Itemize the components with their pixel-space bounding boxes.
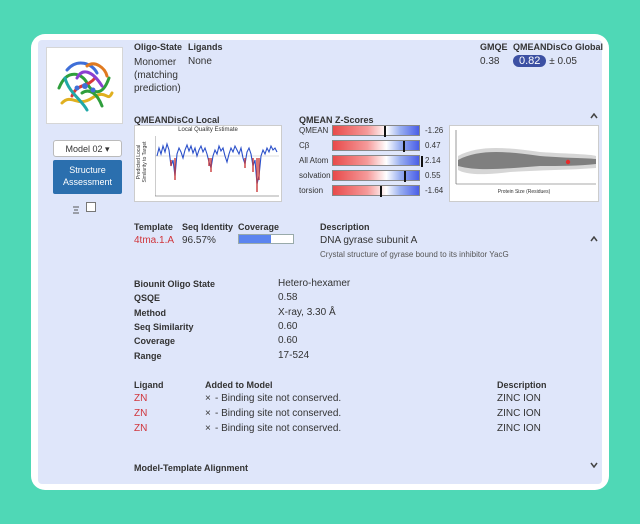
assessment-label-1: Structure [69, 165, 106, 175]
coverage-bar [238, 234, 294, 244]
zscore-label: All Atom [299, 156, 329, 165]
description-sub: Crystal structure of gyrase bound to its… [320, 250, 509, 259]
local-plot-series [155, 136, 279, 197]
zscore-label: Cβ [299, 141, 310, 150]
zscore-value: -1.26 [425, 126, 444, 135]
model-select-label: Model 02 [65, 144, 103, 154]
oligo-state-value-3: prediction) [134, 83, 181, 94]
not-added-x-icon: × [205, 408, 211, 419]
zscores-heading: QMEAN Z-Scores [299, 115, 374, 125]
zscore-label: QMEAN [299, 126, 329, 135]
detail-label: Biounit Oligo State [134, 279, 215, 289]
added-col-header: Added to Model [205, 380, 273, 390]
ligands-value: None [188, 56, 212, 67]
description-label: Description [320, 222, 370, 232]
local-plot-title: Local Quality Estimate [178, 127, 238, 133]
ligand-description-col-header: Description [497, 380, 547, 390]
zscore-marker [403, 141, 405, 152]
assessment-label-2: Assessment [62, 177, 113, 187]
zscore-bar [332, 185, 420, 197]
coverage-bar-fill [239, 235, 271, 243]
gmqe-label: GMQE [480, 42, 508, 52]
template-link[interactable]: 4tma.1.A [134, 235, 174, 246]
zscore-marker [384, 126, 386, 137]
added-status: - Binding site not conserved. [215, 408, 342, 419]
detail-value: 17-524 [278, 349, 310, 361]
zscore-value: 0.55 [425, 171, 441, 180]
zscore-bar [332, 170, 420, 182]
collapse-template-chevron-icon[interactable] [590, 236, 598, 244]
scatter-cloud [455, 130, 596, 185]
detail-value: 0.60 [278, 335, 298, 347]
added-status: - Binding site not conserved. [215, 393, 342, 404]
detail-value: Hetero-hexamer [278, 278, 351, 289]
local-plot-ylabel-2: Similarity to Target [142, 141, 148, 183]
zscore-label: torsion [299, 186, 324, 195]
qmeandisco-global: 0.82 ± 0.05 [513, 55, 577, 67]
qmeandisco-global-badge: 0.82 [513, 55, 547, 67]
oligo-state-label: Oligo-State [134, 42, 183, 52]
zscore-value: 0.47 [425, 141, 441, 150]
structure-thumbnail[interactable] [46, 47, 123, 124]
ligand-link[interactable]: ZN [134, 393, 147, 404]
ligand-link[interactable]: ZN [134, 408, 147, 419]
scatter-xlabel: Protein Size (Residues) [497, 189, 551, 195]
detail-value: 0.58 [278, 292, 298, 304]
description-value: DNA gyrase subunit A [320, 235, 418, 246]
oligo-state-value-2: (matching [134, 70, 178, 81]
expand-alignment-chevron-icon[interactable] [590, 462, 598, 470]
collapse-chevron-icon[interactable] [590, 113, 598, 121]
alignment-heading[interactable]: Model-Template Alignment [134, 463, 248, 473]
template-label: Template [134, 222, 173, 232]
seq-identity-value: 96.57% [182, 235, 216, 246]
ligand-description: ZINC ION [497, 408, 541, 419]
oligo-state-value-1: Monomer [134, 57, 177, 68]
qmeandisco-global-error: ± 0.05 [549, 56, 577, 67]
detail-label: QSQE [134, 293, 161, 304]
caret-down-icon: ▾ [105, 144, 110, 154]
local-quality-plot[interactable]: Local Quality Estimate Predicted Local S… [134, 125, 282, 202]
ligand-description: ZINC ION [497, 393, 541, 404]
detail-label: Range [134, 350, 162, 361]
zscore-value: 2.14 [425, 156, 441, 165]
zscore-bar [332, 155, 423, 167]
detail-label: Method [134, 307, 166, 318]
local-plot-ylabel: Predicted Local Similarity to Target [136, 131, 148, 193]
qmeandisco-global-label: QMEANDisCo Global [513, 42, 604, 52]
detail-label: Coverage [134, 336, 176, 347]
structure-assessment-button[interactable]: Structure Assessment [53, 160, 122, 194]
zscore-marker [421, 156, 423, 167]
coverage-label: Coverage [238, 222, 280, 232]
not-added-x-icon: × [205, 423, 211, 434]
select-model-checkbox[interactable] [86, 202, 96, 212]
zscore-marker [404, 171, 406, 182]
ligand-link[interactable]: ZN [134, 423, 147, 434]
oligo-state-value: Monomer (matching prediction) [134, 56, 181, 95]
zscore-bar [332, 140, 420, 152]
detail-label: Seq Similarity [134, 321, 194, 332]
zscore-marker [380, 186, 382, 197]
zscore-bar [332, 125, 420, 137]
align-center-icon[interactable] [72, 202, 80, 214]
detail-value: X-ray, 3.30 Å [278, 306, 336, 318]
seq-identity-label: Seq Identity [182, 222, 234, 232]
ligand-description: ZINC ION [497, 423, 541, 434]
not-added-x-icon: × [205, 393, 211, 404]
added-status: - Binding site not conserved. [215, 423, 342, 434]
zscore-label: solvation [299, 171, 331, 180]
gmqe-value: 0.38 [480, 56, 500, 67]
detail-value: 0.60 [278, 320, 298, 332]
ligands-label: Ligands [188, 42, 223, 52]
zscore-value: -1.64 [425, 186, 444, 195]
qmean-scatter-plot[interactable]: Protein Size (Residues) [449, 125, 599, 202]
local-heading: QMEANDisCo Local [134, 115, 220, 125]
ligand-col-header: Ligand [134, 380, 164, 390]
model-select[interactable]: Model 02 ▾ [53, 140, 122, 157]
